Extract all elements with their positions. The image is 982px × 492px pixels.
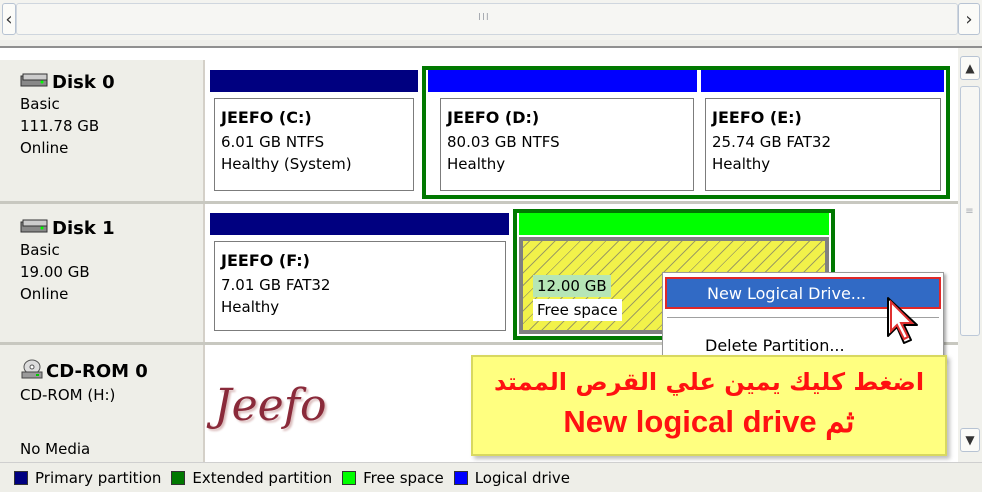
- partition-f-size: 7.01 GB FAT32: [221, 276, 331, 294]
- cd-rom-icon: [20, 359, 44, 384]
- legend-swatch-logical: [453, 470, 468, 485]
- partition-f-status: Healthy: [221, 298, 280, 316]
- signature-watermark: Jeefo: [214, 380, 327, 431]
- partition-e[interactable]: JEEFO (E:) 25.74 GB FAT32 Healthy: [705, 98, 941, 191]
- disk-icon: [20, 218, 50, 239]
- scroll-left-button[interactable]: ‹: [2, 3, 16, 35]
- legend: Primary partition Extended partition Fre…: [0, 462, 982, 492]
- legend-swatch-extended: [171, 470, 186, 485]
- scroll-grip: III: [478, 12, 490, 23]
- legend-logical-drive: Logical drive: [453, 469, 570, 487]
- free-space-label: Free space: [533, 299, 622, 321]
- free-space-bar[interactable]: [519, 213, 829, 235]
- disk-0-type: Basic: [20, 95, 60, 113]
- cd-rom-0-type: CD-ROM (H:): [20, 386, 116, 404]
- partition-c[interactable]: JEEFO (C:) 6.01 GB NTFS Healthy (System): [214, 98, 414, 191]
- instruction-line-1: اضغط كليك يمين علي القرص الممتد: [493, 368, 925, 396]
- scroll-up-icon: ▲: [965, 61, 975, 75]
- partition-d-bar[interactable]: [428, 70, 697, 92]
- disk-1-size: 19.00 GB: [20, 263, 90, 281]
- partition-c-status: Healthy (System): [221, 155, 352, 173]
- horizontal-scroll-thumb[interactable]: III: [16, 3, 958, 35]
- scroll-left-icon: ‹: [5, 8, 13, 30]
- disk-0-title: Disk 0: [20, 72, 203, 93]
- partition-c-bar[interactable]: [210, 70, 418, 92]
- legend-extended: Extended partition: [171, 469, 332, 487]
- scroll-down-icon: ▼: [965, 433, 975, 447]
- partition-f[interactable]: JEEFO (F:) 7.01 GB FAT32 Healthy: [214, 241, 506, 331]
- mouse-pointer-icon: [882, 296, 928, 352]
- instruction-callout: اضغط كليك يمين علي القرص الممتد ثم New l…: [471, 355, 947, 456]
- partition-d-size: 80.03 GB NTFS: [447, 133, 560, 151]
- pane-separator[interactable]: [0, 40, 982, 48]
- disk-0-label[interactable]: Disk 0 Basic 111.78 GB Online: [0, 60, 205, 201]
- vertical-scroll-thumb[interactable]: ≡: [960, 86, 980, 336]
- legend-primary: Primary partition: [14, 469, 161, 487]
- disk-1-label[interactable]: Disk 1 Basic 19.00 GB Online: [0, 204, 205, 342]
- free-space-size: 12.00 GB: [533, 275, 611, 297]
- partition-e-name: JEEFO (E:): [712, 108, 802, 127]
- scroll-right-icon: ›: [965, 8, 973, 30]
- instruction-line-2: ثم New logical drive: [563, 404, 855, 439]
- cd-rom-0-status: No Media: [20, 440, 91, 458]
- scroll-right-button[interactable]: ›: [958, 3, 980, 35]
- partition-e-bar[interactable]: [701, 70, 944, 92]
- legend-swatch-free: [342, 470, 357, 485]
- disk-0-size: 111.78 GB: [20, 117, 100, 135]
- disk-1-status: Online: [20, 285, 69, 303]
- partition-d-name: JEEFO (D:): [447, 108, 540, 127]
- disk-1-type: Basic: [20, 241, 60, 259]
- cd-rom-0-label[interactable]: CD-ROM 0 CD-ROM (H:) No Media: [0, 345, 205, 462]
- partition-c-name: JEEFO (C:): [221, 108, 312, 127]
- partition-e-size: 25.74 GB FAT32: [712, 133, 831, 151]
- scroll-grip: ≡: [965, 205, 975, 217]
- disk-icon: [20, 72, 50, 93]
- partition-f-bar[interactable]: [210, 213, 509, 235]
- partition-c-size: 6.01 GB NTFS: [221, 133, 325, 151]
- cd-rom-0-title: CD-ROM 0: [20, 359, 203, 384]
- legend-free-space: Free space: [342, 469, 444, 487]
- disk-0-status: Online: [20, 139, 69, 157]
- scroll-down-button[interactable]: ▼: [960, 428, 980, 452]
- disk-1-title: Disk 1: [20, 218, 203, 239]
- legend-swatch-primary: [14, 470, 28, 485]
- partition-d[interactable]: JEEFO (D:) 80.03 GB NTFS Healthy: [440, 98, 694, 191]
- partition-f-name: JEEFO (F:): [221, 251, 310, 270]
- partition-e-status: Healthy: [712, 155, 771, 173]
- partition-d-status: Healthy: [447, 155, 506, 173]
- horizontal-scrollbar[interactable]: ‹ III ›: [0, 0, 982, 40]
- scroll-up-button[interactable]: ▲: [960, 56, 980, 80]
